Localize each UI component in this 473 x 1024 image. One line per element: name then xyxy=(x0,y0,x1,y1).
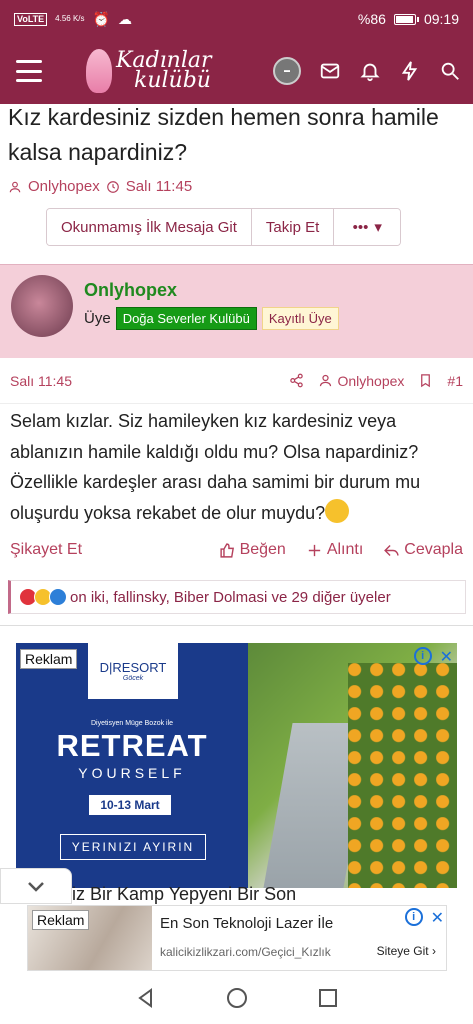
more-button[interactable]: ••• ▾ xyxy=(334,209,401,245)
ad-label: Reklam xyxy=(20,649,78,669)
chevron-right-icon: › xyxy=(432,944,436,958)
reply-button[interactable]: Cevapla xyxy=(383,541,463,559)
post-user-panel: Onlyhopex Üye Doğa Severler Kulübü Kayıt… xyxy=(0,264,473,358)
chevron-down-icon xyxy=(28,882,44,892)
thread-date[interactable]: Salı 11:45 xyxy=(126,178,192,195)
quote-button[interactable]: Alıntı xyxy=(306,541,363,559)
ad-subtitle: Diyetisyen Müge Bozok ile xyxy=(90,720,174,727)
bottom-ad-image: Reklam xyxy=(28,906,152,970)
system-nav-bar xyxy=(0,972,473,1024)
reaction-icons xyxy=(19,588,67,606)
follow-button[interactable]: Takip Et xyxy=(251,209,335,245)
post-meta: Salı 11:45 Onlyhopex #1 xyxy=(0,358,473,404)
post-text: Selam kızlar. Siz hamileyken kız kardesi… xyxy=(10,411,421,523)
info-icon[interactable]: i xyxy=(404,908,423,926)
caret-down-icon: ▾ xyxy=(374,219,382,236)
reply-icon xyxy=(384,544,399,556)
plus-icon xyxy=(308,544,320,556)
recents-icon[interactable] xyxy=(316,986,340,1010)
close-icon[interactable]: ✕ xyxy=(431,908,444,928)
quote-label: Alıntı xyxy=(326,541,364,558)
report-link[interactable]: Şikayet Et xyxy=(10,541,82,559)
share-icon[interactable] xyxy=(289,373,304,388)
bottom-ad[interactable]: Reklam En Son Teknoloji Lazer İle kalici… xyxy=(27,905,447,971)
ad-brand-name: D|RESORT xyxy=(99,660,167,675)
bottom-ad-go-label: Siteye Git xyxy=(376,944,429,958)
role-label: Üye xyxy=(84,310,111,327)
close-icon[interactable]: ✕ xyxy=(440,647,453,667)
menu-icon[interactable] xyxy=(12,58,46,84)
user-icon xyxy=(9,181,21,192)
bolt-icon[interactable] xyxy=(399,60,421,82)
clock-icon xyxy=(106,180,119,193)
bottom-ad-url: kalicikizlikzari.com/Geçici_Kızlık xyxy=(160,945,331,959)
smile-emoji-icon xyxy=(325,498,350,523)
site-logo[interactable]: Kadınlar kulübü xyxy=(86,49,212,93)
user-role: Üye Doğa Severler Kulübü Kayıtlı Üye xyxy=(84,307,339,330)
info-icon[interactable]: i xyxy=(413,647,432,665)
thread-meta: Onlyhopex Salı 11:45 xyxy=(8,178,192,195)
ad-brand: D|RESORT Göcek xyxy=(88,643,178,699)
post-username[interactable]: Onlyhopex xyxy=(84,280,177,301)
post-avatar[interactable] xyxy=(11,275,73,337)
ad-dates: 10-13 Mart xyxy=(89,795,171,815)
like-reaction-icon xyxy=(49,588,67,606)
battery-percent: %86 xyxy=(357,11,386,27)
ad-flowers xyxy=(348,663,457,888)
unread-button[interactable]: Okunmamış İlk Mesaja Git xyxy=(47,209,252,245)
ad-caption: iz Bir Kamp Yepyeni Bir Son xyxy=(72,884,297,904)
home-icon[interactable] xyxy=(225,986,249,1010)
network-speed: 4.56 K/s xyxy=(55,14,85,23)
reply-label: Cevapla xyxy=(404,541,463,558)
ad-controls: i ✕ xyxy=(413,647,453,667)
cloud-icon: ☁ xyxy=(117,10,132,27)
bottom-ad-label: Reklam xyxy=(32,910,90,930)
post-author-link[interactable]: Onlyhopex xyxy=(318,373,404,389)
ad-banner[interactable]: D|RESORT Göcek Diyetisyen Müge Bozok ile… xyxy=(16,643,457,888)
ad-brand-sub: Göcek xyxy=(122,675,144,682)
mail-icon[interactable] xyxy=(319,60,341,82)
status-badge: Kayıtlı Üye xyxy=(261,307,339,330)
ad-headline: RETREAT xyxy=(56,728,208,763)
ad-headline2: YOURSELF xyxy=(78,765,186,781)
divider xyxy=(0,625,473,626)
bookmark-icon[interactable] xyxy=(418,373,433,388)
thumbs-up-icon xyxy=(219,542,234,558)
status-bar: VoLTE 4.56 K/s ⏰ ☁ %86 09:19 xyxy=(0,0,473,38)
volte-indicator: VoLTE xyxy=(14,12,48,26)
bottom-ad-controls: i ✕ xyxy=(404,908,444,928)
thread-title: Kız kardesiniz sizden hemen sonra hamile… xyxy=(8,104,439,165)
logo-figure xyxy=(86,49,112,93)
back-icon[interactable] xyxy=(134,986,158,1010)
bell-icon[interactable] xyxy=(359,60,381,82)
post-actions: Şikayet Et Beğen Alıntı Cevapla xyxy=(0,530,473,570)
post-date[interactable]: Salı 11:45 xyxy=(10,373,72,389)
battery-icon xyxy=(393,13,419,25)
user-avatar[interactable]: ▬ xyxy=(273,57,301,85)
bottom-ad-go[interactable]: Siteye Git › xyxy=(377,944,436,958)
thread-author[interactable]: Onlyhopex xyxy=(28,178,100,195)
post-body: Selam kızlar. Siz hamileyken kız kardesi… xyxy=(10,406,465,528)
like-button[interactable]: Beğen xyxy=(219,541,286,559)
clock: 09:19 xyxy=(423,11,459,27)
ad-cta-button[interactable]: YERINIZI AYIRIN xyxy=(60,834,206,860)
more-dots: ••• xyxy=(352,218,369,236)
app-bar: Kadınlar kulübü ▬ xyxy=(0,38,473,104)
alarm-icon: ⏰ xyxy=(92,10,110,27)
reactions-bar[interactable]: on iki, fallinsky, Biber Dolmasi ve 29 d… xyxy=(8,580,466,614)
post-author: Onlyhopex xyxy=(337,372,405,389)
like-label: Beğen xyxy=(239,541,286,558)
bottom-ad-title: En Son Teknoloji Lazer İle xyxy=(160,915,334,932)
thread-actions: Okunmamış İlk Mesaja Git Takip Et ••• ▾ xyxy=(46,208,402,246)
user-icon xyxy=(320,374,332,387)
post-number[interactable]: #1 xyxy=(447,373,463,389)
logo-line2: kulübü xyxy=(134,68,211,93)
collapse-ad-button[interactable] xyxy=(0,868,72,904)
group-badge: Doğa Severler Kulübü xyxy=(115,307,257,330)
search-icon[interactable] xyxy=(439,60,461,82)
reactions-text: on iki, fallinsky, Biber Dolmasi ve 29 d… xyxy=(70,588,391,606)
